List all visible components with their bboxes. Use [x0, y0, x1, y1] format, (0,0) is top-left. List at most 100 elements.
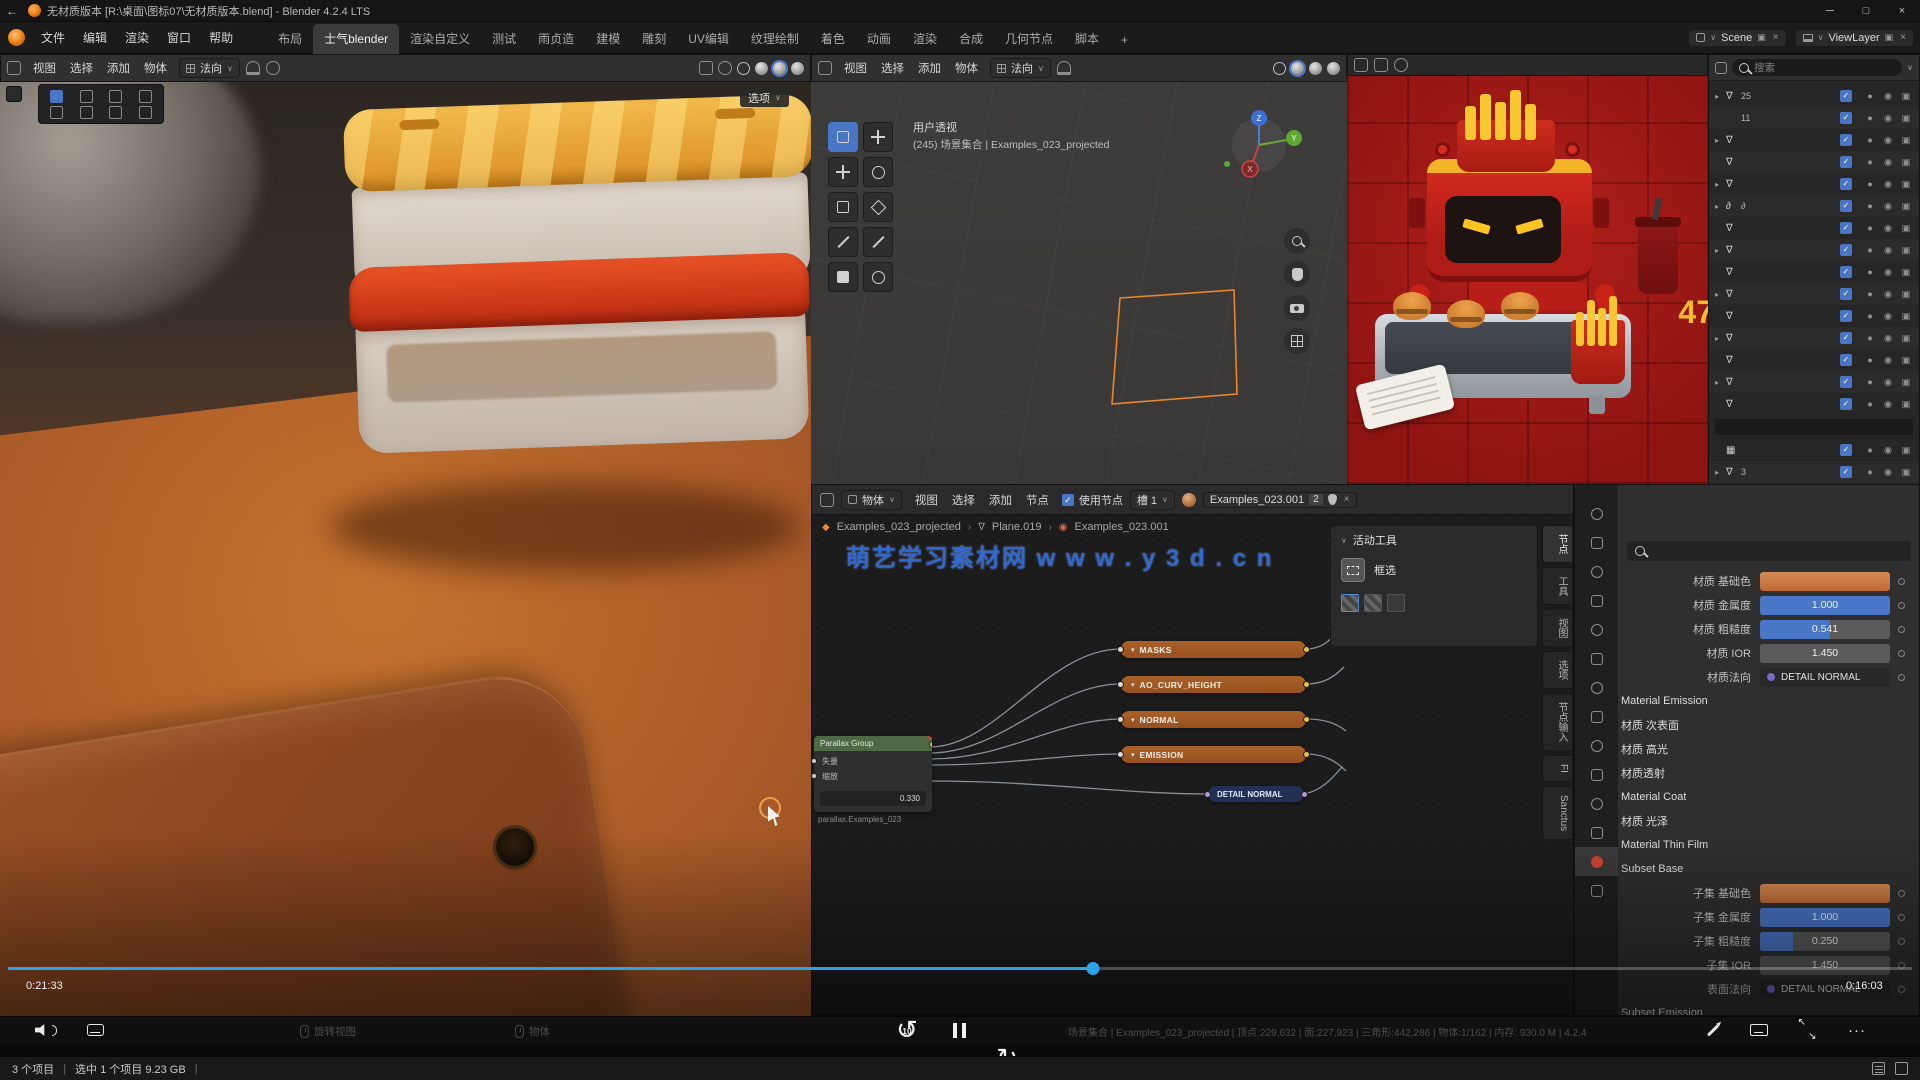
selectable-toggle[interactable]: ●	[1863, 445, 1877, 456]
checkbox-toggle[interactable]: ✓	[1840, 222, 1852, 234]
checkbox-toggle[interactable]: ✓	[1840, 178, 1852, 190]
rename-field[interactable]	[1715, 419, 1913, 435]
toolbar-collapse-icon[interactable]	[6, 86, 22, 102]
node-menu-item[interactable]: 节点	[1020, 490, 1055, 510]
fake-user-icon[interactable]	[1328, 494, 1337, 505]
selectable-toggle[interactable]: ●	[1863, 333, 1877, 344]
editor-type-icon[interactable]	[820, 493, 834, 507]
collapsed-node[interactable]: ▾ NORMAL	[1121, 711, 1306, 728]
select-mode-icon[interactable]	[109, 106, 122, 119]
select-mode-icon[interactable]	[80, 90, 93, 103]
hide-viewport-toggle[interactable]: ◉	[1881, 289, 1895, 300]
hide-viewport-toggle[interactable]: ◉	[1881, 179, 1895, 190]
checkbox-toggle[interactable]: ✓	[1840, 156, 1852, 168]
keyframe-dot[interactable]	[1898, 602, 1905, 609]
hide-viewport-toggle[interactable]: ◉	[1881, 467, 1895, 478]
hide-render-toggle[interactable]: ▣	[1899, 377, 1913, 388]
selectable-toggle[interactable]: ●	[1863, 289, 1877, 300]
selectable-toggle[interactable]: ●	[1863, 113, 1877, 124]
large-icons-view-icon[interactable]	[1895, 1062, 1908, 1075]
orientation-dropdown[interactable]: 法向 ∨	[990, 58, 1051, 78]
snap-magnet-icon[interactable]	[1057, 61, 1071, 75]
sidebar-tab[interactable]: 工具	[1542, 567, 1573, 605]
collapsed-node[interactable]: ▾ EMISSION	[1121, 746, 1306, 763]
rewind-10-button[interactable]: ↺ 10	[892, 1016, 922, 1044]
outliner-row[interactable]: ∇ ✓ ● ◉ ▣	[1709, 349, 1919, 371]
scene-selector[interactable]: ∨ Scene ▣ ×	[1688, 29, 1786, 47]
checkbox-toggle[interactable]: ✓	[1840, 332, 1852, 344]
user-count-badge[interactable]: 2	[1309, 494, 1323, 505]
sidebar-tab[interactable]: 节点	[1542, 525, 1573, 563]
outliner-row[interactable]: ▸ ∇ ✓ ● ◉ ▣	[1709, 283, 1919, 305]
selectable-toggle[interactable]: ●	[1863, 135, 1877, 146]
keyframe-dot[interactable]	[1898, 938, 1905, 945]
selectable-toggle[interactable]: ●	[1863, 399, 1877, 410]
sidebar-tab[interactable]: FI	[1542, 755, 1573, 782]
properties-tab[interactable]	[1575, 702, 1618, 731]
properties-tab[interactable]	[1575, 644, 1618, 673]
select-mode-icon[interactable]	[80, 106, 93, 119]
workspace-tab[interactable]: 动画	[856, 24, 902, 54]
dropdown-field[interactable]: DETAIL NORMAL	[1760, 668, 1890, 687]
properties-tab[interactable]	[1575, 731, 1618, 760]
material-shading-icon[interactable]	[1309, 62, 1322, 75]
hide-viewport-toggle[interactable]: ◉	[1881, 113, 1895, 124]
hide-viewport-toggle[interactable]: ◉	[1881, 445, 1895, 456]
value-field[interactable]: 1.450	[1760, 956, 1890, 975]
options-dropdown[interactable]: 选项 ∨	[740, 88, 789, 107]
outliner-row[interactable]: ▸ ∇ ✓ ● ◉ ▣	[1709, 129, 1919, 151]
select-mode-icon[interactable]	[139, 106, 152, 119]
gizmo-toggle-icon[interactable]	[718, 61, 732, 75]
box-select-tool-icon[interactable]	[1341, 558, 1365, 582]
expand-icon[interactable]: ▸	[1715, 180, 1726, 189]
orientation-dropdown[interactable]: 法向 ∨	[179, 58, 240, 78]
node-menu-item[interactable]: 视图	[909, 490, 944, 510]
seek-bar[interactable]	[8, 967, 1912, 970]
selectable-toggle[interactable]: ●	[1863, 311, 1877, 322]
expand-icon[interactable]: ▸	[1715, 246, 1726, 255]
outliner-row[interactable]: ∇ ✓ ● ◉ ▣	[1709, 151, 1919, 173]
workspace-tab[interactable]: 雨贞造	[527, 24, 585, 54]
editor-type-icon[interactable]	[818, 61, 832, 75]
hide-render-toggle[interactable]: ▣	[1899, 179, 1913, 190]
properties-tab[interactable]	[1575, 615, 1618, 644]
checkbox-toggle[interactable]: ✓	[1840, 310, 1852, 322]
menu-item[interactable]: 渲染	[117, 26, 157, 49]
collapse-icon[interactable]: ▾	[1131, 751, 1135, 759]
selectable-toggle[interactable]: ●	[1863, 179, 1877, 190]
keyframe-dot[interactable]	[1898, 650, 1905, 657]
close-button[interactable]: ×	[1884, 0, 1920, 22]
selectable-toggle[interactable]: ●	[1863, 223, 1877, 234]
node-input-row[interactable]: 失量	[814, 754, 932, 769]
hide-render-toggle[interactable]: ▣	[1899, 245, 1913, 256]
viewport-menu-item[interactable]: 物体	[138, 58, 173, 78]
outliner-row[interactable]: ▸ ∇ ✓ ● ◉ ▣	[1709, 371, 1919, 393]
workspace-tab[interactable]: 渲染自定义	[399, 24, 481, 54]
maximize-button[interactable]: □	[1848, 0, 1884, 22]
checkbox-toggle[interactable]: ✓	[1840, 266, 1852, 278]
viewport-menu-item[interactable]: 选择	[64, 58, 99, 78]
properties-tab[interactable]	[1575, 499, 1618, 528]
checkbox-toggle[interactable]: ✓	[1840, 112, 1852, 124]
workspace-tab[interactable]: 着色	[810, 24, 856, 54]
expand-icon[interactable]: ▸	[1715, 334, 1726, 343]
hide-render-toggle[interactable]: ▣	[1899, 355, 1913, 366]
proportional-edit-icon[interactable]	[266, 61, 280, 75]
keyframe-dot[interactable]	[1898, 986, 1905, 993]
select-mode-icon[interactable]	[50, 90, 63, 103]
outliner-row[interactable]: ▸ ∇ ✓ ● ◉ ▣	[1709, 327, 1919, 349]
hide-render-toggle[interactable]: ▣	[1899, 135, 1913, 146]
hide-render-toggle[interactable]: ▣	[1899, 467, 1913, 478]
annotate-button[interactable]	[1698, 1016, 1728, 1044]
viewport-menu-item[interactable]: 视图	[838, 58, 873, 78]
copy-icon[interactable]: ▣	[1757, 33, 1766, 42]
collapse-icon[interactable]: ▾	[1131, 716, 1135, 724]
workspace-tab[interactable]: UV编辑	[677, 24, 740, 54]
input-socket[interactable]	[1117, 716, 1124, 723]
keyframe-dot[interactable]	[1898, 890, 1905, 897]
workspace-tab[interactable]: 渲染	[902, 24, 948, 54]
viewport-menu-item[interactable]: 添加	[912, 58, 947, 78]
properties-tab[interactable]	[1575, 557, 1618, 586]
collapsed-node[interactable]: ▾ MASKS	[1121, 641, 1306, 658]
selectable-toggle[interactable]: ●	[1863, 245, 1877, 256]
